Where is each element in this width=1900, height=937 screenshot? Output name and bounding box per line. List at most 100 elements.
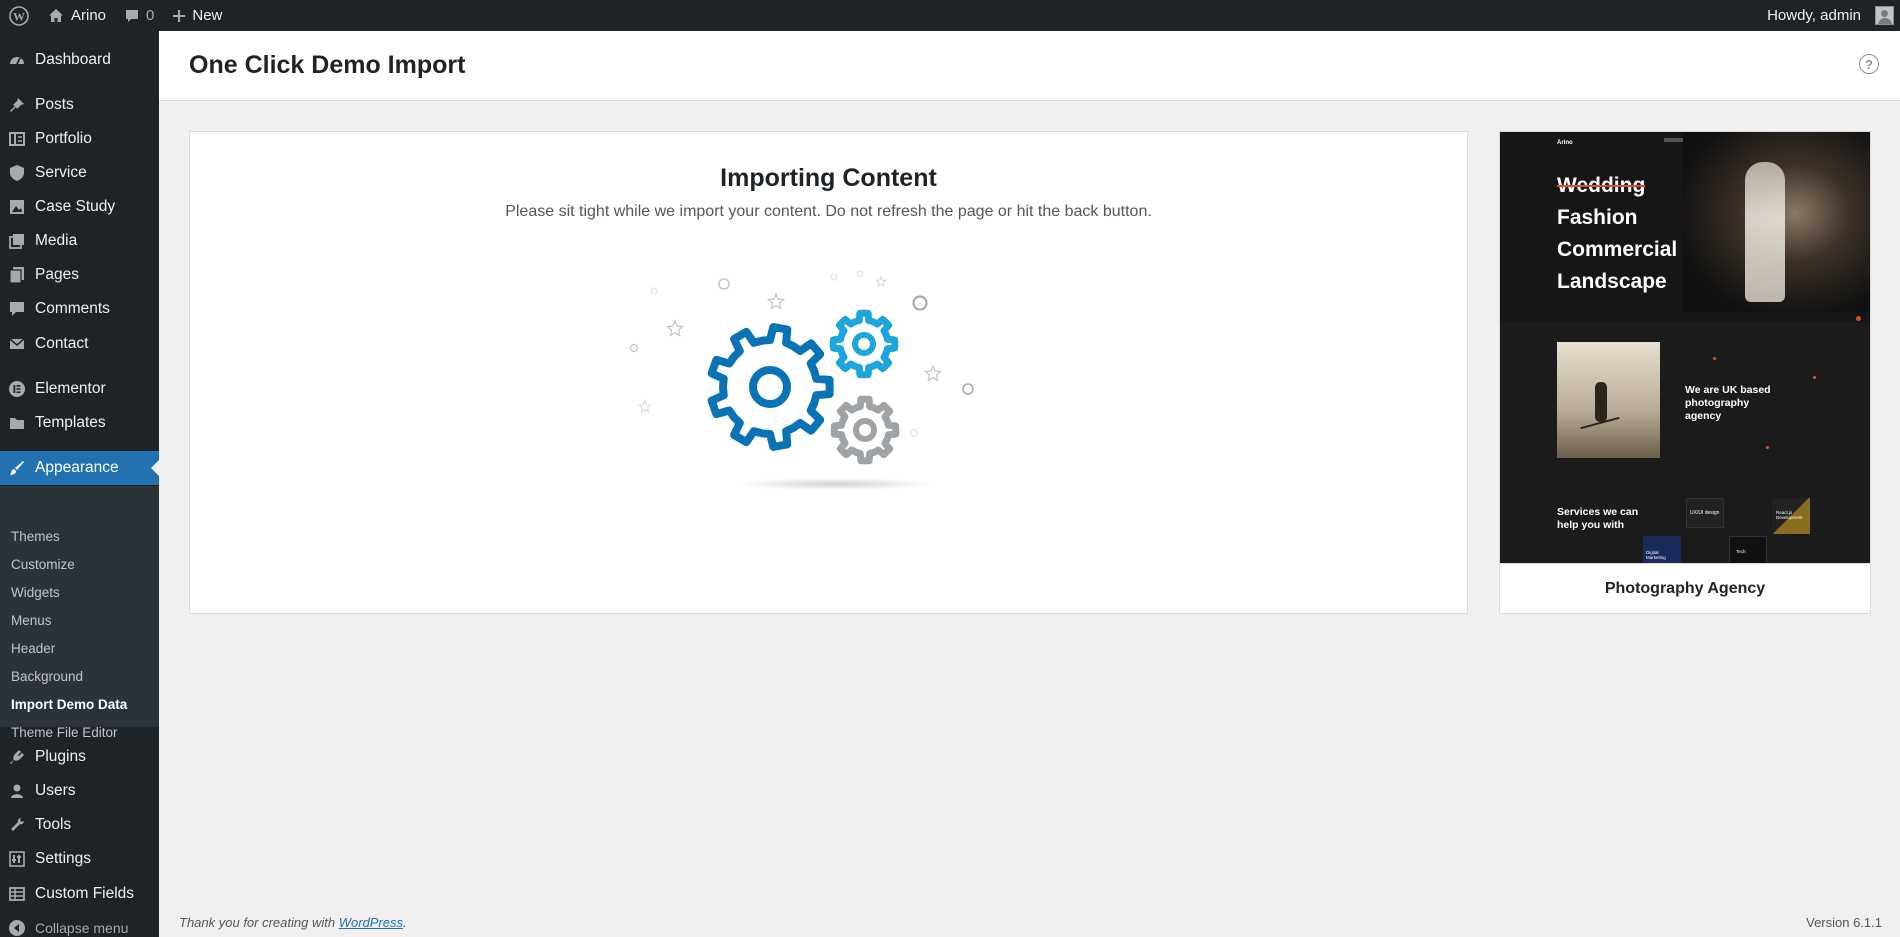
small-gray-gear-hub <box>853 418 877 442</box>
wrench-icon <box>0 816 34 834</box>
sidebar-item-tools[interactable]: Tools <box>0 808 159 842</box>
sidebar-item-label: Contact <box>35 335 89 352</box>
sidebar-item-label: Case Study <box>35 198 116 215</box>
decor-star <box>665 319 685 337</box>
footer-thanks-text: Thank you for creating with <box>179 915 339 930</box>
preview-headline: Wedding Fashion Commercial Landscape <box>1557 174 1678 293</box>
sidebar-item-elementor[interactable]: Elementor <box>0 372 159 406</box>
demo-preview-image: Arino Wedding Fashion Commercial Landsca… <box>1500 132 1870 564</box>
sidebar-item-pages[interactable]: Pages <box>0 258 159 292</box>
wordpress-logo-button[interactable]: W <box>0 0 38 31</box>
table-icon <box>0 885 34 903</box>
importing-gears-illustration <box>629 270 974 490</box>
preview-logo: Arino <box>1557 140 1573 146</box>
sidebar-item-label: Comments <box>35 300 110 317</box>
folder-icon <box>0 414 34 432</box>
wordpress-logo-icon: W <box>9 5 29 26</box>
submenu-header[interactable]: Header <box>11 641 55 656</box>
sidebar-item-dashboard[interactable]: Dashboard <box>0 43 159 77</box>
decor-star <box>923 364 943 382</box>
decor-circle <box>629 343 639 353</box>
big-gear-hub <box>749 366 791 408</box>
site-name: Arino <box>71 7 107 24</box>
avatar <box>1875 6 1894 25</box>
preview-tile-label: Digital Marketing <box>1646 550 1666 560</box>
admin-bar: W Arino 0 New Howdy, admin <box>0 0 1900 31</box>
decor-circle <box>830 273 838 281</box>
footer-version: Version 6.1.1 <box>1806 915 1882 930</box>
sidebar-item-label: Tools <box>35 816 72 833</box>
decor-star <box>766 292 786 310</box>
import-progress-panel: Importing Content Please sit tight while… <box>189 131 1468 614</box>
submenu-widgets[interactable]: Widgets <box>11 585 60 600</box>
admin-sidebar: Themes Customize Widgets Menus Header Ba… <box>0 31 159 937</box>
preview-about: We are UK based photography agency <box>1685 384 1771 422</box>
collapse-menu-button[interactable]: Collapse menu <box>0 911 159 937</box>
sidebar-item-label: Posts <box>35 96 74 113</box>
sidebar-item-service[interactable]: Service <box>0 156 159 190</box>
comments-count: 0 <box>146 7 155 24</box>
page-header: One Click Demo Import ? <box>159 31 1900 101</box>
decor-circle <box>718 278 730 290</box>
sidebar-item-contact[interactable]: Contact <box>0 327 159 361</box>
sidebar-item-settings[interactable]: Settings <box>0 842 159 876</box>
sidebar-item-label: Media <box>35 232 78 249</box>
sidebar-item-label: Settings <box>35 850 92 867</box>
demo-card[interactable]: Arino Wedding Fashion Commercial Landsca… <box>1499 131 1871 614</box>
account-menu[interactable]: Howdy, admin <box>1758 0 1900 31</box>
sidebar-item-label: Templates <box>35 414 106 431</box>
settings-icon <box>0 850 34 868</box>
decor-circle <box>910 429 918 437</box>
demo-name: Photography Agency <box>1500 563 1870 613</box>
new-label: New <box>192 7 223 24</box>
comments-link[interactable]: 0 <box>115 0 163 31</box>
submenu-background[interactable]: Background <box>11 669 83 684</box>
svg-text:W: W <box>13 9 25 23</box>
new-content-button[interactable]: New <box>163 0 231 31</box>
sidebar-item-comments[interactable]: Comments <box>0 292 159 326</box>
sidebar-item-users[interactable]: Users <box>0 774 159 808</box>
submenu-themes[interactable]: Themes <box>11 529 60 544</box>
sidebar-item-posts[interactable]: Posts <box>0 88 159 122</box>
preview-photographer-photo <box>1557 342 1660 458</box>
sidebar-item-plugins[interactable]: Plugins <box>0 740 159 774</box>
plus-icon <box>173 9 186 22</box>
site-name-link[interactable]: Arino <box>38 0 115 31</box>
sidebar-item-templates[interactable]: Templates <box>0 406 159 440</box>
shield-icon <box>0 164 34 182</box>
sidebar-item-custom-fields[interactable]: Custom Fields <box>0 877 159 911</box>
sidebar-item-portfolio[interactable]: Portfolio <box>0 122 159 156</box>
submenu-customize[interactable]: Customize <box>11 557 75 572</box>
pin-icon <box>0 96 34 114</box>
email-icon <box>0 335 34 353</box>
sidebar-item-label: Plugins <box>35 748 86 765</box>
sidebar-item-label: Collapse menu <box>35 920 129 936</box>
portfolio-icon <box>0 130 34 148</box>
big-gear-icon <box>707 323 834 451</box>
decor-circle <box>912 295 928 311</box>
sidebar-item-media[interactable]: Media <box>0 224 159 258</box>
dashboard-icon <box>0 51 34 69</box>
submenu-import-demo-data[interactable]: Import Demo Data <box>11 697 127 712</box>
plugin-icon <box>0 748 34 766</box>
wordpress-link[interactable]: WordPress <box>339 915 403 930</box>
decor-circle <box>856 270 864 278</box>
decor-circle <box>650 287 658 295</box>
collapse-icon <box>0 919 34 937</box>
footer-thanks-suffix: . <box>403 915 407 930</box>
import-title: Importing Content <box>720 164 937 192</box>
sidebar-item-case-study[interactable]: Case Study <box>0 190 159 224</box>
sidebar-item-label: Users <box>35 782 76 799</box>
submenu-theme-file-editor[interactable]: Theme File Editor <box>11 725 118 740</box>
footer-thanks: Thank you for creating with WordPress. <box>179 915 407 930</box>
submenu-menus[interactable]: Menus <box>11 613 52 628</box>
comment-icon <box>0 300 34 318</box>
help-icon[interactable]: ? <box>1859 54 1879 74</box>
users-icon <box>0 782 34 800</box>
sidebar-item-label: Appearance <box>35 459 119 476</box>
gear-shadow <box>735 478 935 490</box>
preview-tile-label: UX/UI design <box>1690 510 1720 516</box>
decor-star <box>637 399 653 414</box>
preview-tile-label: Tech <box>1736 549 1746 554</box>
sidebar-item-appearance[interactable]: Appearance <box>0 451 159 485</box>
